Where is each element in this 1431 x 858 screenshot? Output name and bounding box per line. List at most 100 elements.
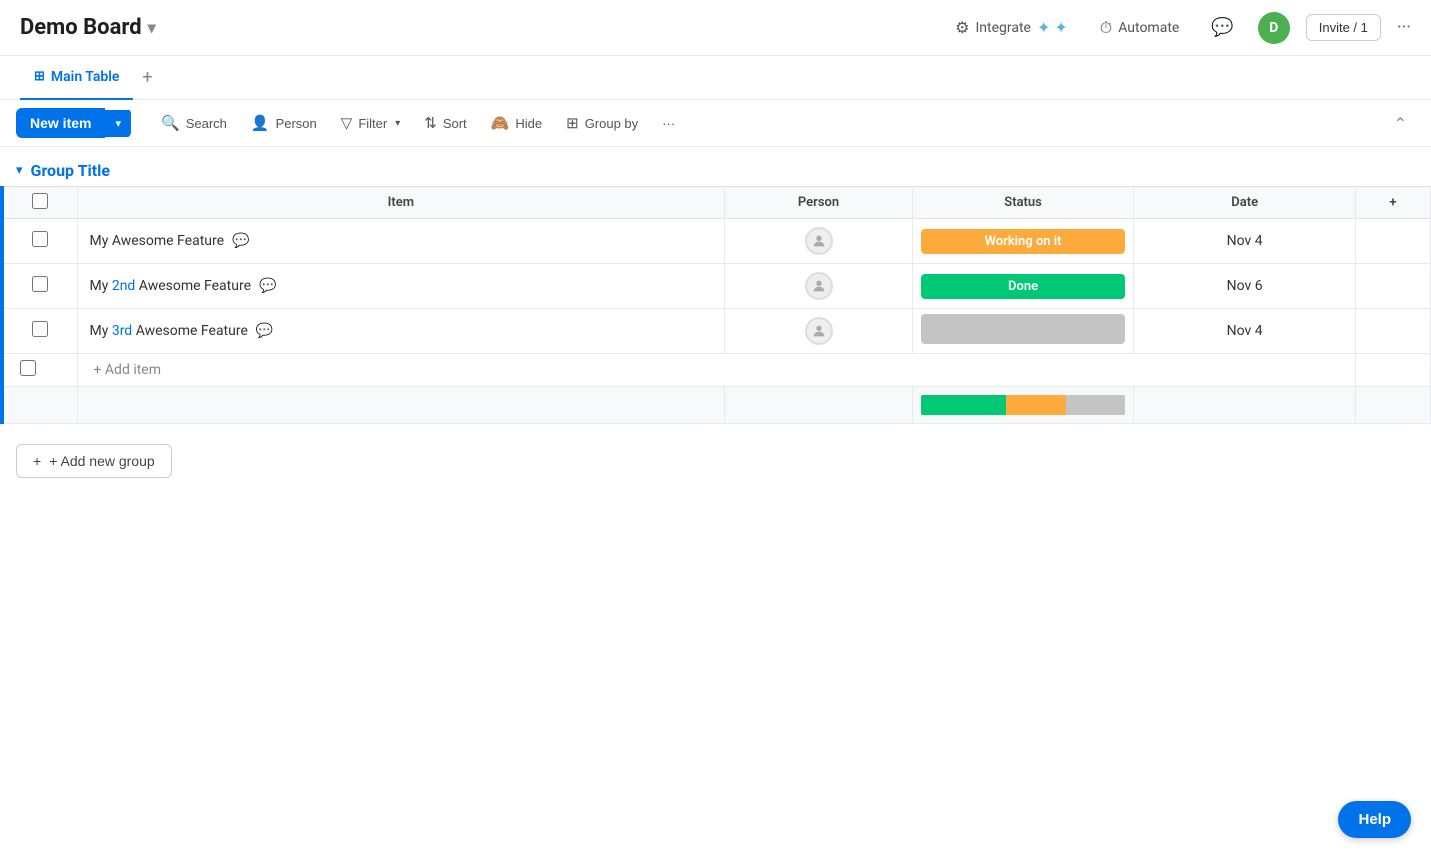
header-date: Date xyxy=(1134,187,1356,219)
group-title[interactable]: Group Title xyxy=(31,161,111,180)
collapse-button[interactable]: ⌃ xyxy=(1386,110,1415,137)
row-item-name[interactable]: My 3rd Awesome Feature💬 xyxy=(77,309,725,354)
help-button[interactable]: Help xyxy=(1338,801,1411,838)
summary-row xyxy=(2,387,1431,424)
summary-empty-bar xyxy=(1066,395,1126,415)
automate-label: Automate xyxy=(1118,20,1179,36)
row-date[interactable]: Nov 6 xyxy=(1134,264,1356,309)
row-person[interactable] xyxy=(725,264,913,309)
row-checkbox-cell xyxy=(2,309,77,354)
group-section: ▾ Group Title Item Person Status xyxy=(0,155,1431,424)
add-item-checkbox[interactable] xyxy=(20,360,36,376)
summary-done-bar xyxy=(921,395,1006,415)
search-label: Search xyxy=(186,116,227,131)
status-badge[interactable]: Working on it xyxy=(921,229,1126,254)
add-item-row[interactable]: + Add item xyxy=(2,354,1431,387)
automate-button[interactable]: ⏱ Automate xyxy=(1092,14,1188,42)
summary-item-cell xyxy=(77,387,725,424)
table-row: My 2nd Awesome Feature💬 Done Nov 6 xyxy=(2,264,1431,309)
row-status[interactable] xyxy=(912,309,1134,354)
add-new-group-button[interactable]: + + Add new group xyxy=(16,444,172,478)
comment-button[interactable]: 💬 xyxy=(1203,13,1241,42)
sort-label: Sort xyxy=(443,116,467,131)
table-row: My Awesome Feature💬 Working on it Nov 4 xyxy=(2,219,1431,264)
table-wrapper: Item Person Status Date + xyxy=(0,186,1431,424)
header-add[interactable]: + xyxy=(1355,187,1430,219)
person-avatar[interactable] xyxy=(805,272,833,300)
toolbar-right: ⌃ xyxy=(1386,110,1415,137)
select-all-checkbox[interactable] xyxy=(32,193,48,209)
group-by-button[interactable]: ⊞ Group by xyxy=(556,108,648,138)
row-add xyxy=(1355,309,1430,354)
row-add xyxy=(1355,264,1430,309)
header-status: Status xyxy=(912,187,1134,219)
status-summary-bar xyxy=(921,395,1126,415)
search-icon: 🔍 xyxy=(161,114,180,132)
person-avatar[interactable] xyxy=(805,227,833,255)
add-item-label[interactable]: + Add item xyxy=(77,354,1355,387)
filter-icon: ▽ xyxy=(341,114,353,132)
sort-button[interactable]: ⇅ Sort xyxy=(414,108,476,138)
main-table: Item Person Status Date + xyxy=(0,186,1431,424)
group-header: ▾ Group Title xyxy=(0,155,1431,186)
summary-checkbox-cell xyxy=(2,387,77,424)
row-checkbox-cell xyxy=(2,219,77,264)
new-item-button[interactable]: New item ▾ xyxy=(16,108,131,138)
avatar[interactable]: D xyxy=(1258,12,1290,44)
hide-icon: 🙈 xyxy=(491,114,510,132)
hide-button[interactable]: 🙈 Hide xyxy=(481,108,552,138)
group-chevron-icon[interactable]: ▾ xyxy=(16,163,23,178)
row-person[interactable] xyxy=(725,219,913,264)
new-item-main-button[interactable]: New item xyxy=(16,108,105,138)
row-checkbox[interactable] xyxy=(32,276,48,292)
tab-add-icon: + xyxy=(142,67,152,88)
search-button[interactable]: 🔍 Search xyxy=(151,108,237,138)
status-badge[interactable] xyxy=(921,314,1126,344)
table-header-row: Item Person Status Date + xyxy=(2,187,1431,219)
board-title-chevron: ▾ xyxy=(148,18,156,37)
row-item-name[interactable]: My 2nd Awesome Feature💬 xyxy=(77,264,725,309)
comment-icon: 💬 xyxy=(1211,17,1233,38)
tab-add-button[interactable]: + xyxy=(133,64,161,92)
add-item-extra xyxy=(1355,354,1430,387)
filter-button[interactable]: ▽ Filter ▾ xyxy=(331,108,410,138)
tab-main-table[interactable]: ⊞ Main Table xyxy=(20,56,133,100)
summary-working-bar xyxy=(1006,395,1066,415)
tab-home-icon: ⊞ xyxy=(34,69,45,84)
new-item-dropdown-button[interactable]: ▾ xyxy=(105,110,131,137)
invite-button[interactable]: Invite / 1 xyxy=(1306,14,1381,41)
hide-label: Hide xyxy=(515,116,542,131)
status-badge[interactable]: Done xyxy=(921,274,1126,299)
row-person[interactable] xyxy=(725,309,913,354)
integrate-extra-icons: ✦ ✦ xyxy=(1037,18,1068,37)
row-status[interactable]: Working on it xyxy=(912,219,1134,264)
add-group-icon: + xyxy=(33,453,41,469)
comment-icon[interactable]: 💬 xyxy=(256,323,273,339)
person-avatar[interactable] xyxy=(805,317,833,345)
row-status[interactable]: Done xyxy=(912,264,1134,309)
person-button[interactable]: 👤 Person xyxy=(241,108,327,138)
comment-icon[interactable]: 💬 xyxy=(259,278,276,294)
header-more-button[interactable]: ··· xyxy=(1397,17,1411,38)
more-options-icon: ··· xyxy=(662,116,675,131)
row-date[interactable]: Nov 4 xyxy=(1134,219,1356,264)
row-checkbox[interactable] xyxy=(32,231,48,247)
more-options-button[interactable]: ··· xyxy=(652,110,685,137)
row-checkbox-cell xyxy=(2,264,77,309)
header-checkbox-cell xyxy=(2,187,77,219)
person-icon: 👤 xyxy=(251,114,270,132)
integrate-label: Integrate xyxy=(975,20,1031,36)
row-item-name[interactable]: My Awesome Feature💬 xyxy=(77,219,725,264)
tab-main-table-label: Main Table xyxy=(51,69,120,85)
add-item-checkbox-cell xyxy=(2,354,77,387)
board-title[interactable]: Demo Board ▾ xyxy=(20,15,156,40)
row-date[interactable]: Nov 4 xyxy=(1134,309,1356,354)
header-right: ⚙ Integrate ✦ ✦ ⏱ Automate 💬 D Invite / … xyxy=(947,12,1411,44)
filter-label: Filter xyxy=(358,116,387,131)
comment-icon[interactable]: 💬 xyxy=(232,233,249,249)
integrate-button[interactable]: ⚙ Integrate ✦ ✦ xyxy=(947,14,1076,41)
table-row: My 3rd Awesome Feature💬 Nov 4 xyxy=(2,309,1431,354)
row-checkbox[interactable] xyxy=(32,321,48,337)
row-add xyxy=(1355,219,1430,264)
summary-person-cell xyxy=(725,387,913,424)
